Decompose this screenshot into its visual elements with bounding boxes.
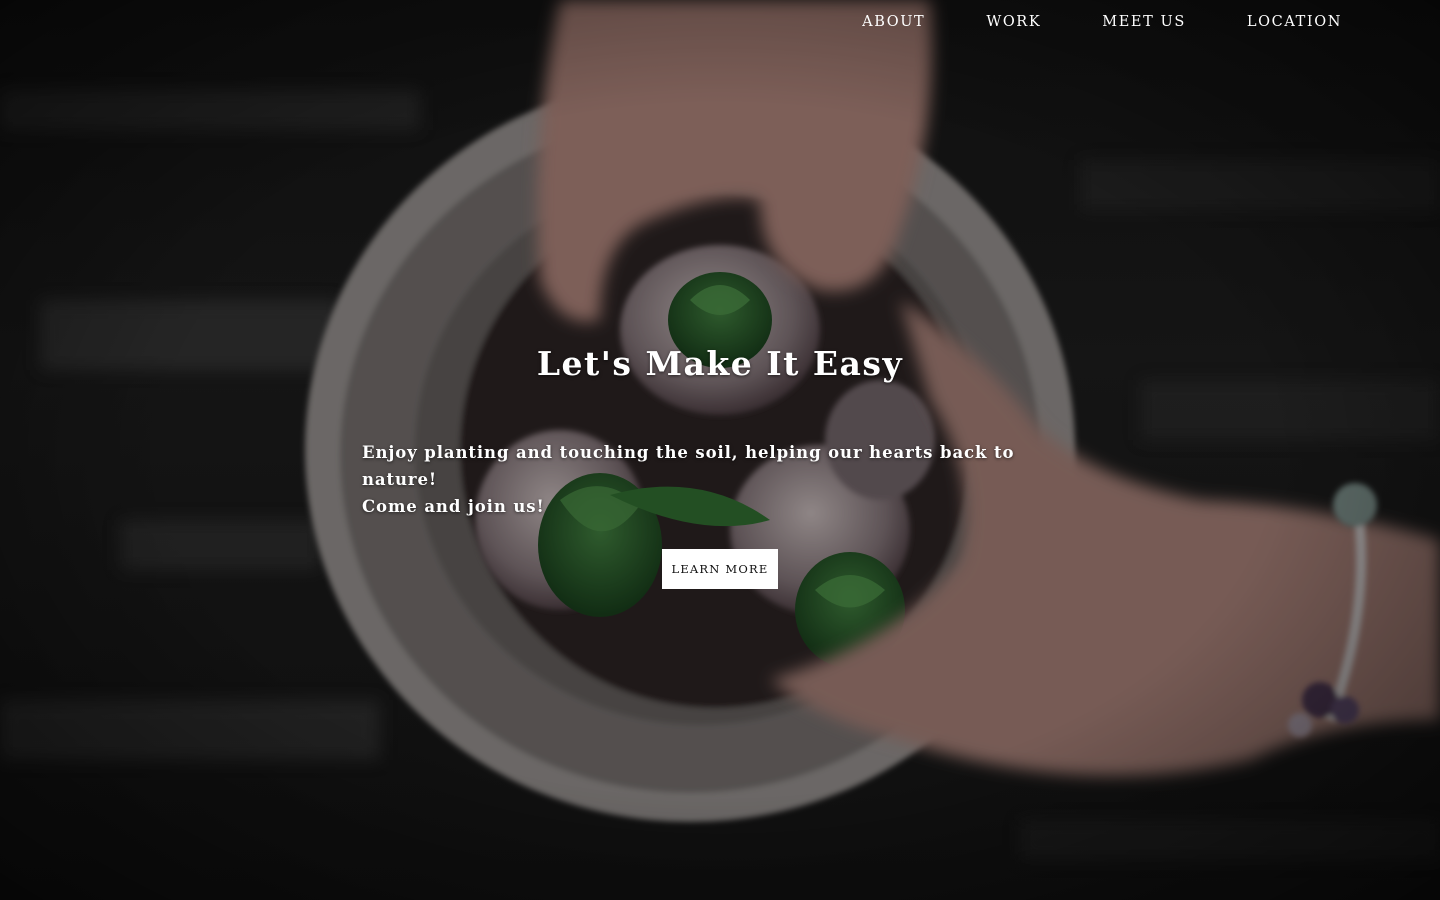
hero-headline: Let's Make It Easy [536,344,904,383]
hero-section: ABOUT WORK MEET US LOCATION Let's Make I… [0,0,1440,900]
top-navigation: ABOUT WORK MEET US LOCATION [862,0,1342,44]
hero-tagline-line-1: Enjoy planting and touching the soil, he… [362,443,1015,489]
learn-more-button[interactable]: LEARN MORE [662,549,778,589]
nav-about-link[interactable]: ABOUT [862,14,925,30]
nav-work-link[interactable]: WORK [986,14,1041,30]
nav-location-link[interactable]: LOCATION [1247,14,1342,30]
nav-meet-us-link[interactable]: MEET US [1102,14,1186,30]
hero-tagline: Enjoy planting and touching the soil, he… [362,439,1082,520]
hero-tagline-line-2: Come and join us! [362,497,545,516]
